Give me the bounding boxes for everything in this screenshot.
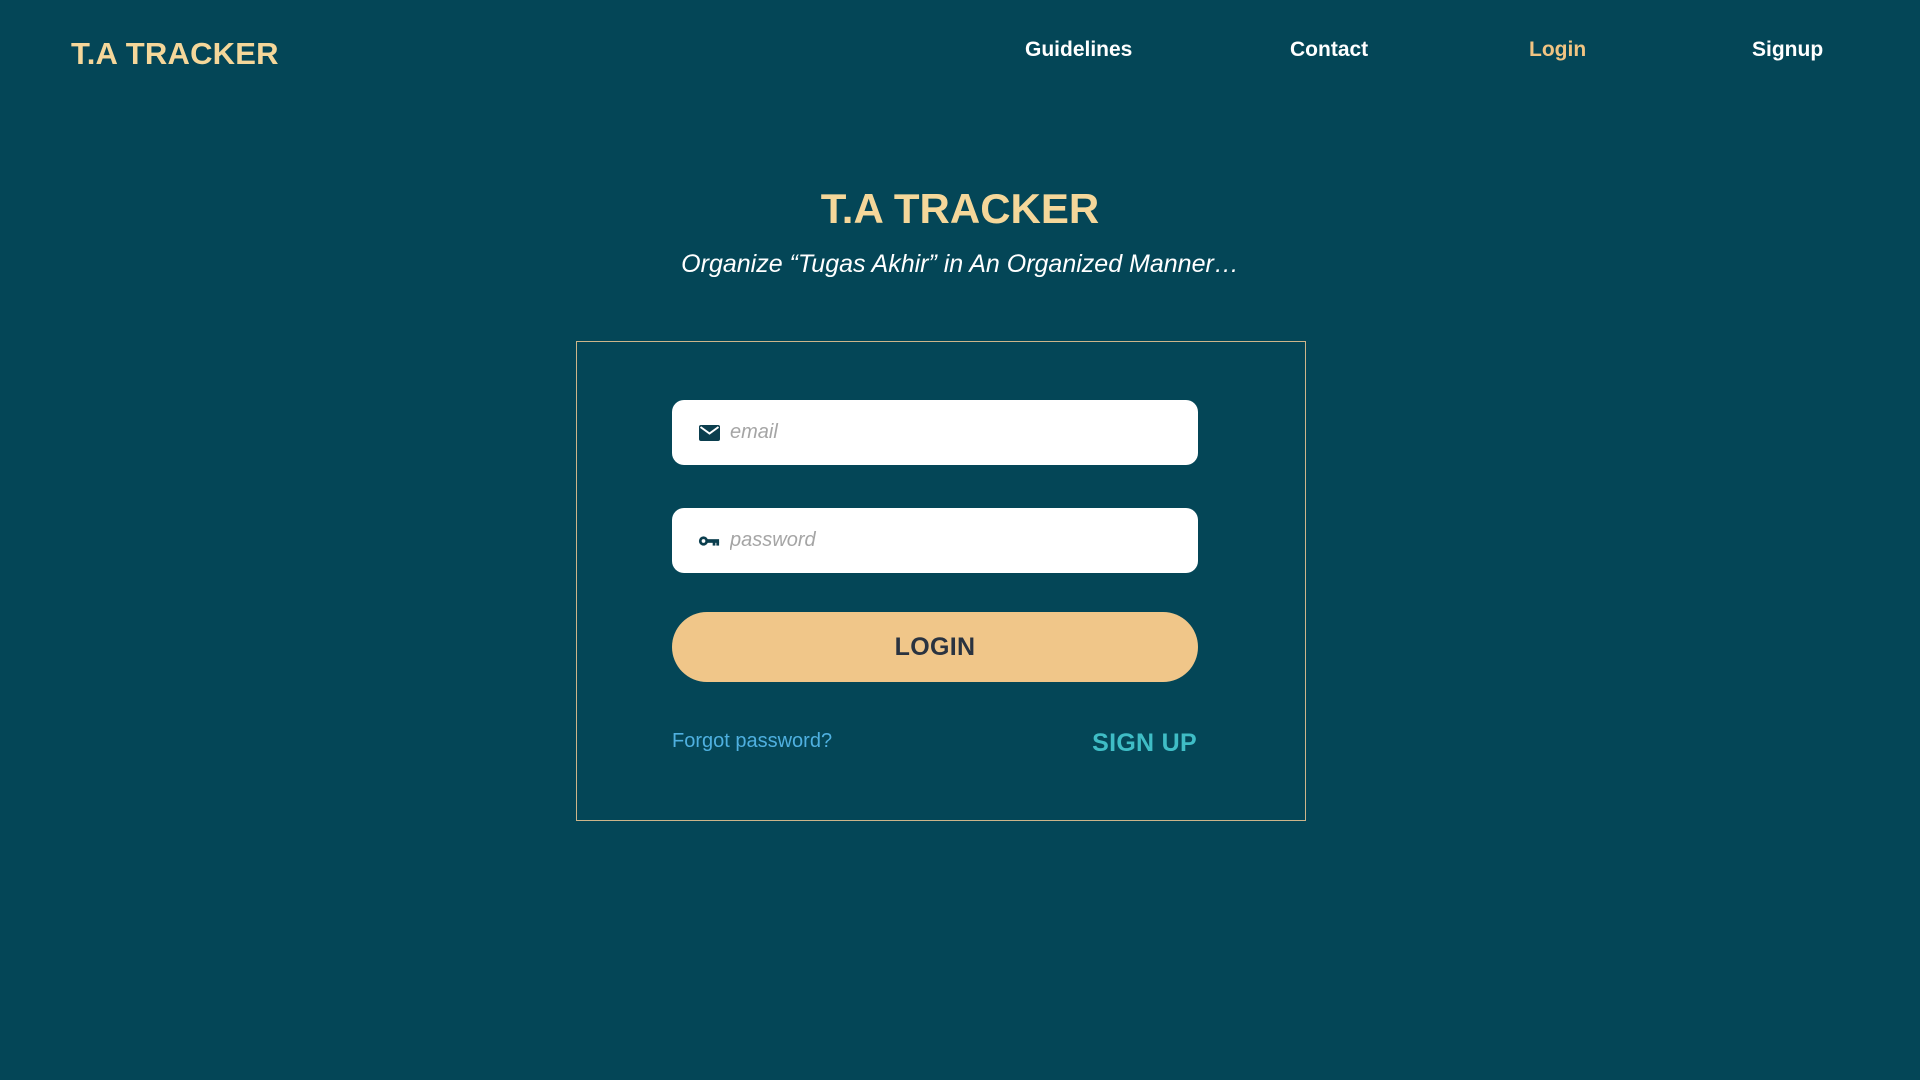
nav-signup[interactable]: Signup <box>1752 38 1823 62</box>
mail-icon <box>698 422 720 444</box>
key-icon <box>698 530 720 552</box>
page-subtitle: Organize “Tugas Akhir” in An Organized M… <box>681 250 1239 278</box>
page: T.A TRACKER Guidelines Contact Login Sig… <box>0 0 1920 1080</box>
email-field[interactable] <box>672 400 1198 465</box>
nav-guidelines[interactable]: Guidelines <box>1025 38 1132 62</box>
sign-up-link[interactable]: SIGN UP <box>1092 729 1197 758</box>
password-input[interactable] <box>730 520 1170 561</box>
nav-login[interactable]: Login <box>1529 38 1586 62</box>
login-button[interactable]: LOGIN <box>672 612 1198 682</box>
page-title: T.A TRACKER <box>820 185 1100 232</box>
forgot-password-link[interactable]: Forgot password? <box>672 730 832 753</box>
login-card: LOGIN Forgot password? SIGN UP <box>576 341 1306 821</box>
email-input[interactable] <box>730 412 1170 453</box>
password-field[interactable] <box>672 508 1198 573</box>
nav-contact[interactable]: Contact <box>1290 38 1368 62</box>
brand-logo[interactable]: T.A TRACKER <box>71 36 279 72</box>
